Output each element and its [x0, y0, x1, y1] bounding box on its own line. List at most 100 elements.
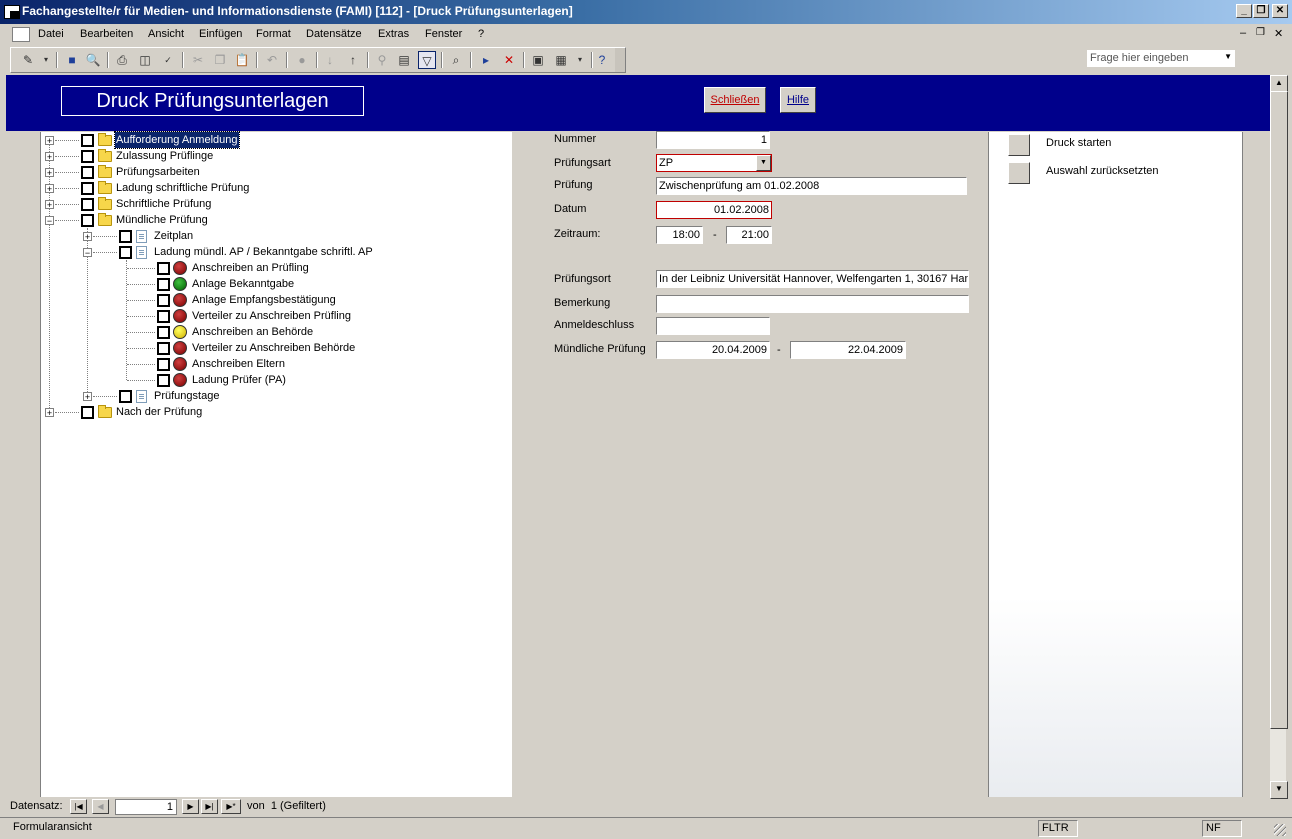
pruefung-field[interactable]: Zwischenprüfung am 01.02.2008 [656, 177, 967, 195]
sort-ascending-icon[interactable]: ↓ [321, 51, 339, 69]
menu-datensaetze[interactable]: Datensätze [306, 28, 362, 40]
app-icon[interactable] [4, 5, 20, 19]
tree-checkbox[interactable] [81, 182, 94, 195]
tree-checkbox[interactable] [119, 246, 132, 259]
spellcheck-icon[interactable]: ✓ [159, 51, 177, 69]
paste-icon[interactable]: 📋 [233, 51, 251, 69]
tree-checkbox[interactable] [157, 358, 170, 371]
tree-item[interactable]: + Ladung schriftliche Prüfung [41, 180, 511, 196]
toolbar-options-icon[interactable] [615, 48, 625, 72]
collapse-icon[interactable]: − [83, 248, 92, 258]
tree-checkbox[interactable] [157, 278, 170, 291]
pruefungsart-select[interactable]: ZP ▼ [656, 154, 772, 172]
tree-checkbox[interactable] [119, 230, 132, 243]
tree-item[interactable]: Verteiler zu Anschreiben Prüfling [41, 308, 511, 324]
expand-icon[interactable]: + [45, 200, 54, 210]
menu-einfuegen[interactable]: Einfügen [199, 28, 242, 40]
anmeldeschluss-field[interactable] [656, 317, 770, 335]
tree-item[interactable]: + Prüfungstage [41, 388, 511, 404]
last-record-icon[interactable]: ▶| [201, 799, 218, 814]
expand-icon[interactable]: + [45, 168, 54, 178]
print-preview-icon[interactable]: ◫ [136, 51, 154, 69]
next-record-icon[interactable]: ▶ [182, 799, 199, 814]
chevron-down-icon[interactable]: ▼ [1224, 52, 1232, 61]
tree-checkbox[interactable] [119, 390, 132, 403]
tree-checkbox[interactable] [81, 166, 94, 179]
view-dropdown-icon[interactable]: ▾ [37, 51, 55, 69]
minimize-button[interactable]: _ [1236, 4, 1252, 18]
druck-starten-button[interactable] [1008, 134, 1030, 156]
tree-item[interactable]: + Zeitplan [41, 228, 511, 244]
expand-icon[interactable]: + [45, 408, 54, 418]
tree-item[interactable]: + Nach der Prüfung [41, 404, 511, 420]
tree-item[interactable]: Anschreiben Eltern [41, 356, 511, 372]
tree-item[interactable]: Ladung Prüfer (PA) [41, 372, 511, 388]
new-object-dropdown-icon[interactable]: ▾ [571, 51, 589, 69]
new-record-nav-icon[interactable]: ▶* [221, 799, 241, 814]
help-icon[interactable]: ? [593, 51, 611, 69]
help-search-input[interactable]: Frage hier eingeben ▼ [1087, 50, 1235, 67]
collapse-icon[interactable]: − [45, 216, 54, 226]
find-icon[interactable]: ⌕ [447, 51, 465, 69]
doc-restore-icon[interactable]: ❐ [1256, 27, 1265, 38]
help-button[interactable]: Hilfe [780, 87, 816, 113]
pruefungsort-field[interactable]: In der Leibniz Universität Hannover, Wel… [656, 270, 969, 288]
tree-item[interactable]: Verteiler zu Anschreiben Behörde [41, 340, 511, 356]
tree-checkbox[interactable] [157, 294, 170, 307]
bemerkung-field[interactable] [656, 295, 969, 313]
filter-by-selection-icon[interactable]: ⚲ [373, 51, 391, 69]
expand-icon[interactable]: + [45, 136, 54, 146]
apply-filter-icon[interactable]: ▽ [418, 51, 436, 69]
tree-item[interactable]: − Ladung mündl. AP / Bekanntgabe schrift… [41, 244, 511, 260]
tree-item[interactable]: + Aufforderung Anmeldung [41, 131, 511, 149]
datum-field[interactable]: 01.02.2008 [656, 201, 772, 219]
tree-checkbox[interactable] [81, 214, 94, 227]
tree-item[interactable]: + Prüfungsarbeiten [41, 164, 511, 180]
sort-descending-icon[interactable]: ↑ [344, 51, 362, 69]
tree-item[interactable]: + Zulassung Prüflinge [41, 148, 511, 164]
tree-item[interactable]: Anschreiben an Prüfling [41, 260, 511, 276]
form-icon[interactable] [12, 27, 30, 42]
new-record-icon[interactable]: ▸ [477, 51, 495, 69]
view-icon[interactable]: ✎ [19, 51, 37, 69]
tree-item[interactable]: Anlage Bekanntgabe [41, 276, 511, 292]
muendliche-to-field[interactable]: 22.04.2009 [790, 341, 906, 359]
tree-checkbox[interactable] [157, 310, 170, 323]
undo-icon[interactable]: ↶ [263, 51, 281, 69]
tree-checkbox[interactable] [81, 150, 94, 163]
close-window-button[interactable]: ✕ [1272, 4, 1288, 18]
new-object-icon[interactable]: ▦ [552, 51, 570, 69]
expand-icon[interactable]: + [45, 184, 54, 194]
print-icon[interactable]: ⎙ [113, 51, 131, 69]
zeitraum-from-field[interactable]: 18:00 [656, 226, 703, 244]
tree-item[interactable]: + Schriftliche Prüfung [41, 196, 511, 212]
copy-icon[interactable]: ❐ [211, 51, 229, 69]
menu-datei[interactable]: Datei [38, 28, 64, 40]
chevron-down-icon[interactable]: ▼ [756, 155, 771, 171]
record-number-field[interactable]: 1 [115, 799, 177, 815]
auswahl-zuruecksetzen-button[interactable] [1008, 162, 1030, 184]
hyperlink-icon[interactable]: ● [293, 51, 311, 69]
restore-button[interactable]: ❐ [1253, 4, 1269, 18]
vertical-scrollbar[interactable]: ▲ ▼ [1270, 75, 1288, 799]
nummer-field[interactable]: 1 [656, 131, 770, 149]
tree-item[interactable]: Anschreiben an Behörde [41, 324, 511, 340]
menu-help[interactable]: ? [478, 28, 484, 40]
save-icon[interactable]: ■ [63, 51, 81, 69]
tree-checkbox[interactable] [157, 342, 170, 355]
tree-checkbox[interactable] [157, 374, 170, 387]
doc-close-icon[interactable]: ✕ [1274, 27, 1283, 40]
menu-format[interactable]: Format [256, 28, 291, 40]
menu-extras[interactable]: Extras [378, 28, 409, 40]
resize-grip-icon[interactable] [1274, 824, 1286, 836]
expand-icon[interactable]: + [83, 392, 92, 402]
expand-icon[interactable]: + [83, 232, 92, 242]
close-button[interactable]: Schließen [704, 87, 766, 113]
expand-icon[interactable]: + [45, 152, 54, 162]
tree-item[interactable]: Anlage Empfangsbestätigung [41, 292, 511, 308]
tree-checkbox[interactable] [81, 406, 94, 419]
menu-fenster[interactable]: Fenster [425, 28, 462, 40]
first-record-icon[interactable]: |◀ [70, 799, 87, 814]
scrollbar-thumb[interactable] [1270, 91, 1288, 729]
search-icon[interactable]: 🔍 [84, 51, 102, 69]
